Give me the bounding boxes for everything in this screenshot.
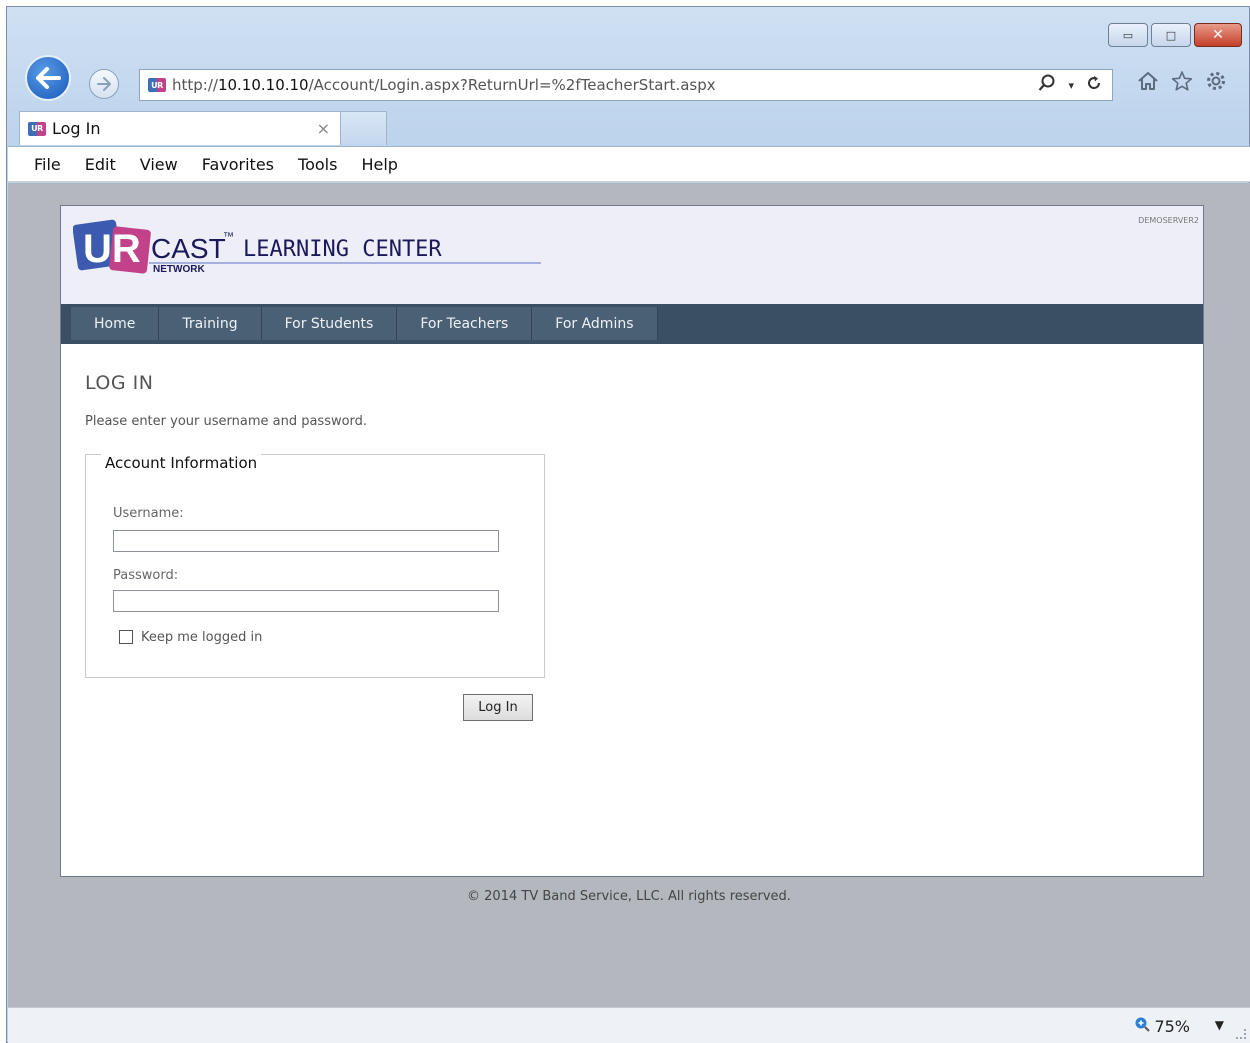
nav-for-admins[interactable]: For Admins [532, 307, 658, 340]
address-bar[interactable]: UR http://10.10.10.10/Account/Login.aspx… [139, 69, 1113, 101]
home-icon[interactable] [1137, 70, 1159, 97]
tab-favicon-icon: UR [28, 121, 46, 136]
browser-window: ▭ □ ✕ UR http://10.10.10.10/Account/Logi… [6, 6, 1250, 1043]
page-title: LOG IN [85, 372, 154, 394]
resize-grip-icon[interactable] [1236, 1029, 1246, 1039]
site-nav: Home Training For Students For Teachers … [61, 304, 1203, 344]
logo-network: NETWORK [153, 264, 205, 275]
logo-title: LEARNING CENTER [243, 237, 442, 262]
status-bar: 75% ▼ [8, 1007, 1250, 1043]
menu-view[interactable]: View [140, 155, 178, 174]
menu-file[interactable]: File [34, 155, 61, 174]
password-label: Password: [113, 568, 179, 583]
site-header: UR CAST ™ LEARNING CENTER NETWORK DEMOSE… [61, 206, 1203, 304]
keep-logged-in-label[interactable]: Keep me logged in [141, 630, 262, 645]
zoom-magnifier-icon [1134, 1016, 1151, 1036]
settings-gear-icon[interactable] [1205, 70, 1227, 97]
refresh-icon[interactable] [1086, 75, 1102, 96]
maximize-button[interactable]: □ [1151, 23, 1191, 47]
zoom-level: 75% [1154, 1016, 1190, 1036]
page-viewport: UR CAST ™ LEARNING CENTER NETWORK DEMOSE… [8, 183, 1250, 1007]
menu-tools[interactable]: Tools [298, 155, 337, 174]
logo-cast: CAST [151, 233, 226, 264]
search-icon[interactable] [1038, 74, 1056, 97]
close-window-button[interactable]: ✕ [1194, 23, 1242, 47]
nav-training[interactable]: Training [159, 307, 262, 340]
username-label: Username: [113, 506, 184, 521]
nav-home[interactable]: Home [71, 307, 160, 340]
menu-bar: File Edit View Favorites Tools Help [8, 146, 1250, 182]
forward-arrow-icon [97, 77, 111, 91]
back-button[interactable] [25, 55, 71, 101]
zoom-control[interactable]: 75% [1134, 1016, 1190, 1036]
maximize-icon: □ [1165, 28, 1177, 42]
url-text[interactable]: http://10.10.10.10/Account/Login.aspx?Re… [172, 76, 716, 94]
nav-for-teachers[interactable]: For Teachers [397, 307, 533, 340]
menu-edit[interactable]: Edit [85, 155, 116, 174]
password-input[interactable] [113, 590, 499, 612]
minimize-button[interactable]: ▭ [1108, 23, 1148, 47]
back-arrow-icon [36, 67, 61, 89]
new-tab-button[interactable] [341, 111, 387, 145]
favorites-star-icon[interactable] [1171, 70, 1193, 97]
logo-letters: UR [83, 227, 141, 271]
window-controls: ▭ □ ✕ [1108, 23, 1242, 47]
nav-for-students[interactable]: For Students [261, 307, 398, 340]
page-container: UR CAST ™ LEARNING CENTER NETWORK DEMOSE… [60, 205, 1204, 877]
forward-button[interactable] [89, 69, 119, 99]
login-instructions: Please enter your username and password. [85, 414, 368, 429]
tab-log-in[interactable]: UR Log In × [19, 111, 341, 145]
log-in-button[interactable]: Log In [463, 694, 533, 721]
tab-strip: UR Log In × [19, 111, 387, 145]
footer-copyright: © 2014 TV Band Service, LLC. All rights … [467, 889, 791, 904]
close-icon: ✕ [1212, 27, 1224, 43]
username-input[interactable] [113, 530, 499, 552]
menu-help[interactable]: Help [361, 155, 397, 174]
logo-tm: ™ [223, 231, 234, 243]
minimize-icon: ▭ [1122, 28, 1134, 42]
tab-title: Log In [52, 119, 101, 138]
server-name: DEMOSERVER2 [1138, 216, 1199, 225]
search-dropdown-icon[interactable]: ▾ [1068, 79, 1074, 92]
keep-logged-in-checkbox[interactable] [119, 630, 133, 644]
account-information-legend: Account Information [101, 454, 262, 472]
zoom-dropdown-icon[interactable]: ▼ [1215, 1018, 1224, 1032]
menu-favorites[interactable]: Favorites [202, 155, 274, 174]
urcast-logo[interactable]: UR CAST ™ LEARNING CENTER NETWORK [73, 214, 543, 284]
tab-close-icon[interactable]: × [317, 119, 330, 138]
site-favicon-icon: UR [148, 78, 166, 92]
